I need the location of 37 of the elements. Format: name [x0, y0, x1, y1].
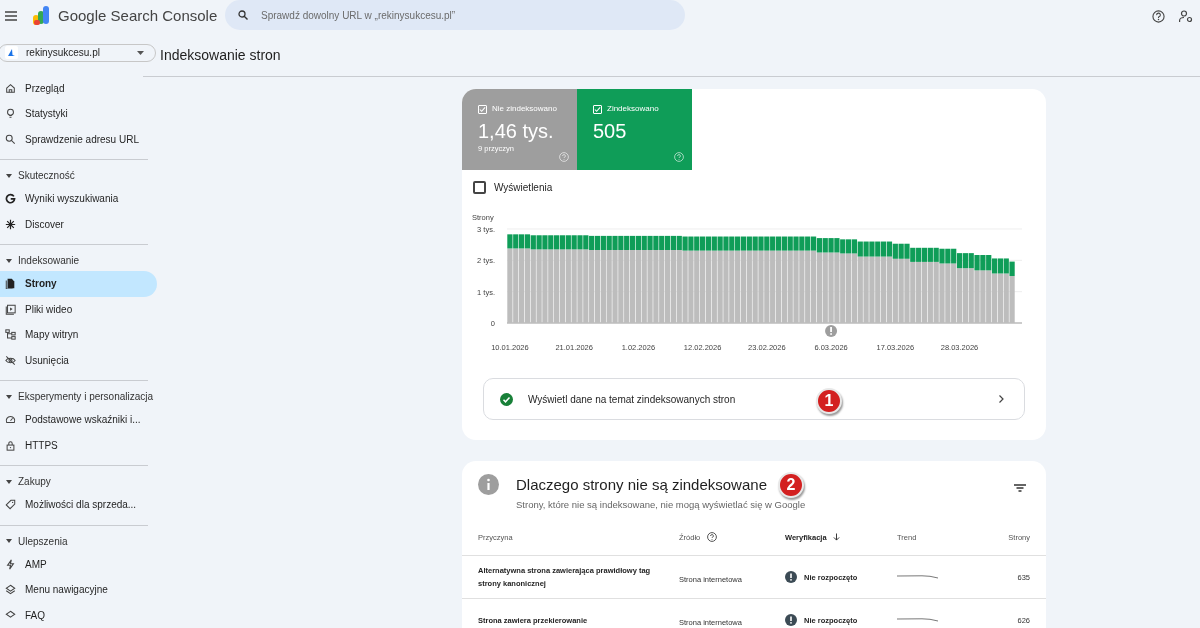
section-header[interactable]: Ulepszenia	[0, 532, 157, 550]
section-title: Indeksowanie	[18, 254, 80, 268]
sidebar-item[interactable]: Mapy witryn	[0, 322, 157, 348]
page-title: Indeksowanie stron	[160, 45, 281, 65]
sidebar-item[interactable]: Menu nawigacyjne	[0, 577, 157, 603]
sidebar-item[interactable]: Discover	[0, 211, 157, 237]
sidebar-item[interactable]: HTTPS	[0, 432, 157, 458]
search-field[interactable]: Sprawdź dowolny URL w „rekinysukcesu.pl”	[225, 0, 685, 30]
sidebar-item[interactable]: Przegląd	[0, 75, 157, 101]
product-name: Google Search Console	[58, 5, 219, 26]
section-title: Dlaczego strony nie są zindeksowane	[516, 474, 767, 495]
section-title: Skuteczność	[18, 169, 75, 183]
sidebar-item[interactable]: AMP	[0, 551, 157, 577]
section-title: Zakupy	[18, 475, 51, 489]
sidebar-item[interactable]: Pliki wideo	[0, 296, 157, 322]
metric-value: 505	[593, 119, 628, 143]
sidebar-item[interactable]: Możliwości dla sprzeda...	[0, 492, 157, 518]
sidebar-item[interactable]: Strony	[0, 271, 157, 297]
section-header[interactable]: Indeksowanie	[0, 252, 157, 269]
sidebar-item[interactable]: Statystyki	[0, 101, 157, 127]
sidebar-item[interactable]: Usunięcia	[0, 347, 157, 373]
property-name: rekinysukcesu.pl	[26, 46, 101, 61]
section-header[interactable]: Eksperymenty i personalizacja	[0, 388, 157, 405]
sidebar-item[interactable]: Wyniki wyszukiwania	[0, 186, 157, 212]
sidebar-item[interactable]: Podstawowe wskaźniki i...	[0, 407, 157, 433]
section-title: Eksperymenty i personalizacja	[18, 390, 154, 404]
callout-number: 2	[778, 472, 804, 498]
section-header[interactable]: Skuteczność	[0, 167, 157, 184]
callout-number: 1	[816, 388, 842, 414]
section-subtitle: Strony, które nie są indeksowane, nie mogą wyświetlać się w Google	[516, 498, 806, 512]
sidebar-item[interactable]: Sprawdzenie adresu URL	[0, 126, 157, 152]
checkbox-label[interactable]: Wyświetlenia	[494, 179, 553, 195]
view-indexed-link[interactable]: Wyświetl dane na temat zindeksowanych stron 1	[483, 378, 1025, 420]
sidebar-item[interactable]: FAQ	[0, 602, 157, 628]
section-header[interactable]: Zakupy	[0, 473, 157, 490]
metric-value: 1,46 tys.	[478, 119, 555, 143]
section-title: Ulepszenia	[18, 534, 68, 549]
